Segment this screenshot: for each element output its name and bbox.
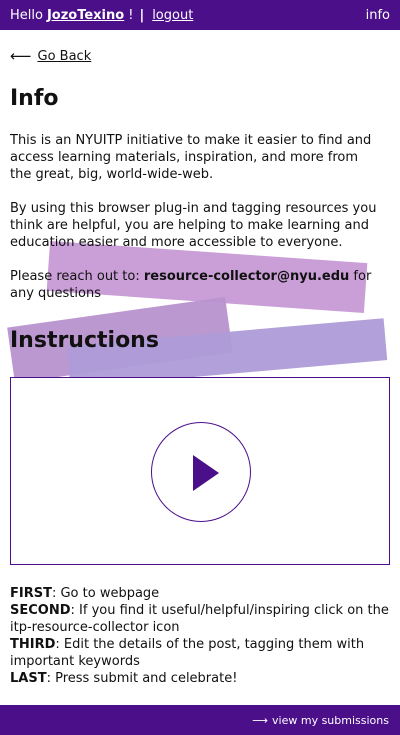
step-text: : Go to webpage [51, 586, 160, 601]
logout-link[interactable]: logout [152, 8, 193, 23]
step-key: FIRST [10, 586, 52, 601]
play-icon [193, 455, 219, 491]
step-text: : Edit the details of the post, tagging … [10, 637, 365, 669]
step-third: THIRD: Edit the details of the post, tag… [10, 636, 390, 670]
greeting-bang: ! [128, 7, 134, 23]
info-paragraph-plugin: By using this browser plug-in and taggin… [10, 201, 377, 250]
back-arrow-icon: ⟵ [10, 47, 32, 65]
forward-arrow-icon: ⟶ [252, 713, 269, 727]
info-paragraph-contact: Please reach out to: resource-collector@… [10, 268, 380, 302]
info-link[interactable]: info [366, 8, 390, 23]
contact-prefix: Please reach out to: [10, 269, 144, 284]
bottom-bar: ⟶ view my submissions [0, 705, 400, 735]
separator: | [139, 7, 145, 23]
step-last: LAST: Press submit and celebrate! [10, 670, 390, 687]
info-paragraph-intro: This is an NYUITP initiative to make it … [10, 133, 372, 182]
step-text: : Press submit and celebrate! [46, 671, 238, 686]
username-link[interactable]: JozoTexino [47, 8, 124, 23]
go-back-link[interactable]: ⟵ Go Back [10, 47, 92, 65]
greeting: Hello JozoTexino ! | logout [10, 8, 193, 23]
instruction-steps: FIRST: Go to webpage SECOND: If you find… [10, 585, 390, 687]
info-title: Info [10, 86, 59, 111]
contact-email[interactable]: resource-collector@nyu.edu [144, 269, 349, 284]
greeting-hello: Hello [10, 7, 43, 23]
go-back-label: Go Back [37, 49, 92, 64]
step-key: SECOND [10, 603, 71, 618]
view-submissions-label: view my submissions [272, 713, 389, 727]
play-button[interactable] [151, 422, 251, 522]
top-bar: Hello JozoTexino ! | logout info [0, 0, 400, 30]
view-submissions-link[interactable]: ⟶ view my submissions [252, 714, 389, 727]
step-key: LAST [10, 671, 47, 686]
step-second: SECOND: If you find it useful/helpful/in… [10, 602, 390, 636]
step-key: THIRD [10, 637, 56, 652]
instructions-title: Instructions [10, 328, 159, 353]
step-first: FIRST: Go to webpage [10, 585, 390, 602]
instructions-video[interactable] [10, 377, 390, 565]
